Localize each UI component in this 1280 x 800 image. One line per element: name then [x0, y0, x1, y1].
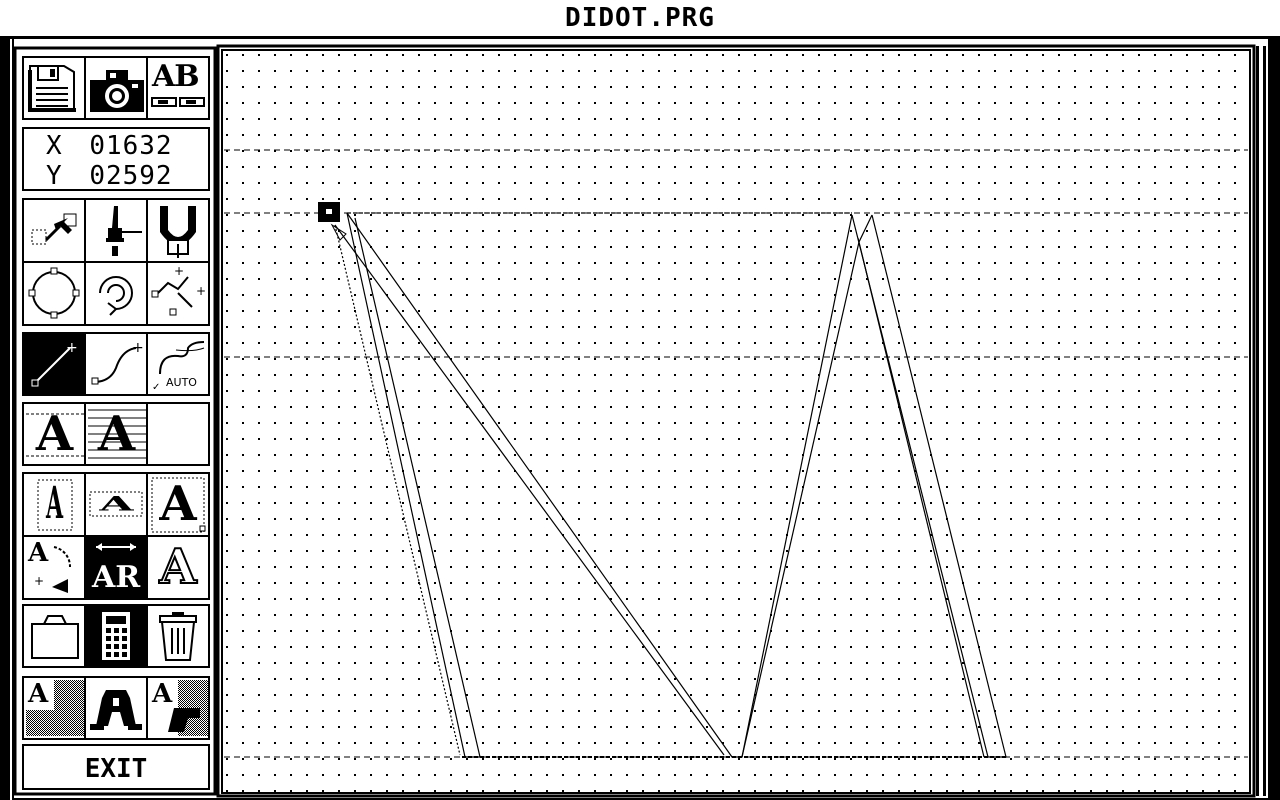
auto-trace-tool[interactable]: ✓ AUTO: [148, 334, 208, 394]
transform-tools: A A A A + AR A: [22, 472, 210, 600]
auto-label: AUTO: [166, 376, 197, 389]
svg-text:+: +: [132, 340, 144, 356]
letter-hatch-tool[interactable]: A: [86, 404, 147, 464]
letter-a-glyph: A: [35, 406, 74, 462]
curve-points-tool[interactable]: + +: [148, 263, 208, 324]
y-coordinate: Y 02592: [46, 161, 173, 191]
letter-a-glyph: A: [45, 478, 64, 529]
letter-rotate-tool[interactable]: A +: [24, 537, 85, 598]
svg-text:+: +: [66, 340, 78, 356]
fill-shadow-tool[interactable]: A: [148, 678, 208, 738]
file-toolbar: AB: [22, 56, 210, 120]
trash-icon[interactable]: [148, 606, 208, 666]
draw-line-tool[interactable]: +: [24, 334, 85, 394]
exit-label: EXIT: [84, 754, 148, 784]
x-label: X: [46, 131, 63, 161]
select-arrow-tool[interactable]: [24, 200, 85, 262]
camera-icon[interactable]: [86, 58, 147, 118]
clipboard-icon[interactable]: [24, 606, 85, 666]
draw-curve-tool[interactable]: +: [86, 334, 147, 394]
window-title: DIDOT.PRG: [565, 3, 715, 33]
dot-grid: [224, 52, 1248, 792]
letter-guides-tool[interactable]: A: [24, 404, 85, 464]
letter-style-tools: A A: [22, 402, 210, 466]
letter-a-glyph: A: [99, 492, 134, 516]
letter-squash-tool[interactable]: A: [86, 474, 147, 536]
floppy-disk-icon[interactable]: [24, 58, 85, 118]
x-coordinate: X 01632: [46, 131, 173, 161]
shadow-letter-tool[interactable]: [86, 678, 147, 738]
coordinates-display: X 01632 Y 02592: [22, 127, 210, 191]
svg-text:+: +: [196, 284, 206, 298]
knife-cut-tool[interactable]: [86, 200, 147, 262]
letter-a-glyph: A: [28, 679, 49, 709]
letter-a-glyph: A: [159, 476, 197, 532]
letter-outline-tool[interactable]: A: [148, 537, 208, 598]
x-value: 01632: [89, 131, 173, 161]
calculator-icon[interactable]: [86, 606, 147, 666]
letter-narrow-tool[interactable]: A: [24, 474, 85, 536]
fill-pattern-tool[interactable]: A: [24, 678, 85, 738]
utility-tools: [22, 604, 210, 668]
ab-text-icon[interactable]: AB: [148, 58, 208, 118]
svg-text:AR: AR: [91, 560, 141, 595]
svg-text:✓: ✓: [152, 382, 160, 393]
y-value: 02592: [89, 161, 173, 191]
fill-tools: A A: [22, 676, 210, 740]
rotate-tool[interactable]: [86, 263, 147, 324]
magnet-tool[interactable]: [148, 200, 208, 262]
y-label: Y: [46, 161, 63, 191]
text-flip-tool[interactable]: AR: [86, 537, 147, 598]
edit-tools: + +: [22, 198, 210, 326]
canvas-svg: [224, 52, 1248, 792]
svg-text:+: +: [174, 264, 184, 278]
letter-scale-tool[interactable]: A: [148, 474, 208, 536]
draw-tools: + + ✓ AUTO: [22, 332, 210, 396]
letter-a-glyph: A: [97, 406, 136, 462]
empty-slot: [148, 404, 208, 464]
title-bar[interactable]: DIDOT.PRG: [0, 0, 1280, 36]
exit-button[interactable]: EXIT: [22, 744, 210, 790]
letter-a-glyph: A: [158, 539, 197, 595]
svg-text:+: +: [34, 574, 44, 588]
circle-tool[interactable]: [24, 263, 85, 324]
drawing-canvas[interactable]: [222, 50, 1250, 793]
